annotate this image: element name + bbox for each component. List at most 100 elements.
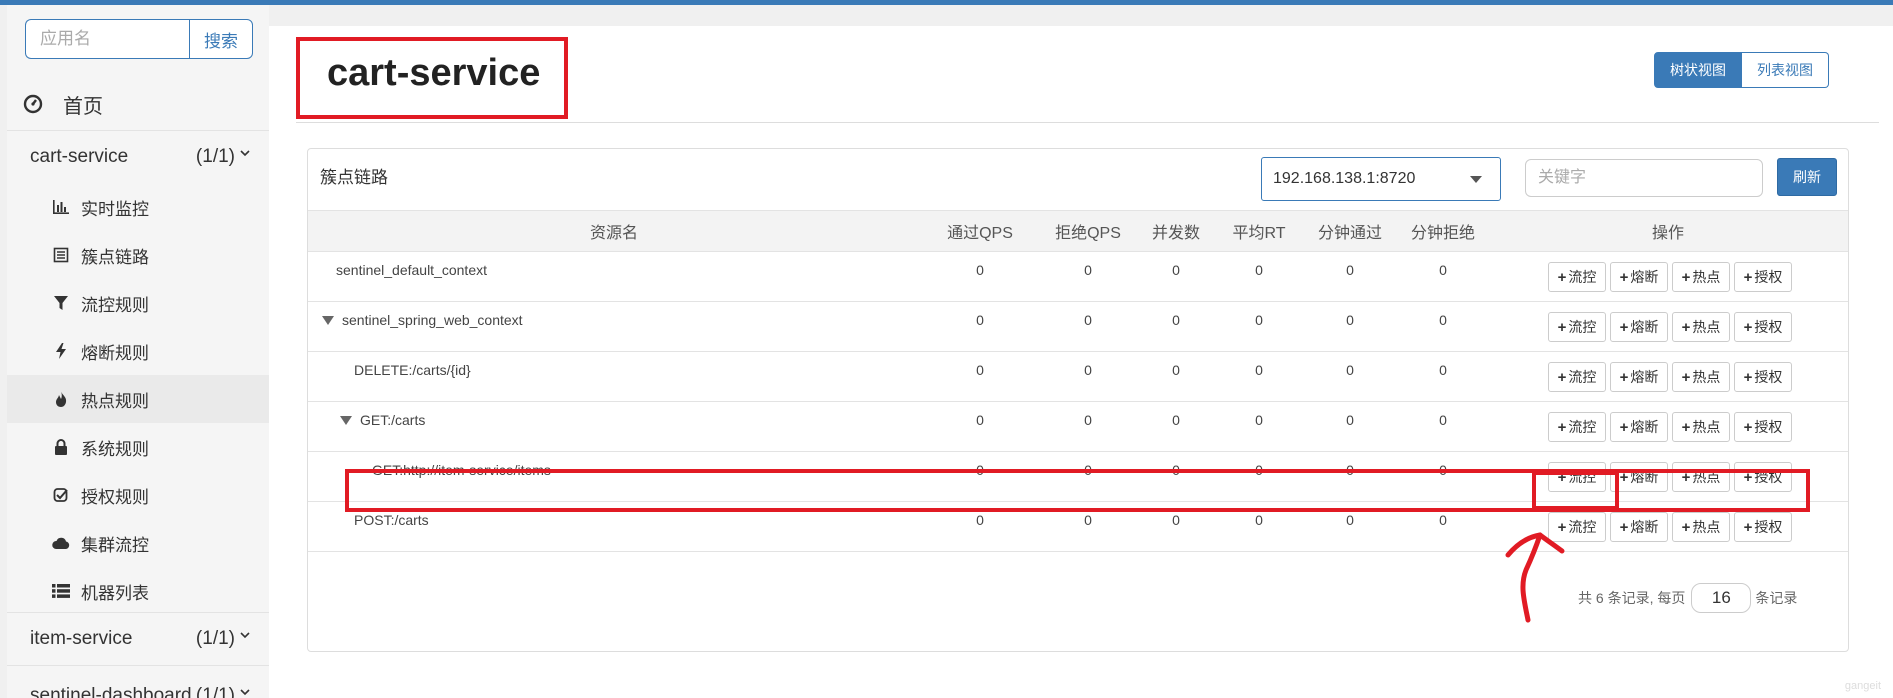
home-label: 首页 bbox=[63, 96, 103, 118]
app-name: item-service bbox=[30, 628, 133, 649]
row-actions: + 流控 + 熔断 + 热点 + 授权 bbox=[1548, 512, 1792, 542]
check-square-icon bbox=[51, 486, 71, 504]
action-label: 热点 bbox=[1692, 319, 1721, 335]
sidebar-item-realtime-monitor[interactable]: 实时监控 bbox=[7, 183, 269, 231]
plus-icon: + bbox=[1619, 268, 1629, 286]
hotspot-rule-button[interactable]: + 热点 bbox=[1672, 412, 1730, 442]
action-label: 熔断 bbox=[1630, 419, 1659, 435]
machine-select-value: 192.168.138.1:8720 bbox=[1273, 170, 1416, 187]
resource-name[interactable]: GET:/carts bbox=[340, 412, 425, 428]
cell-mpass: 0 bbox=[1346, 412, 1354, 428]
degrade-rule-button[interactable]: + 熔断 bbox=[1610, 262, 1668, 292]
action-label: 熔断 bbox=[1630, 319, 1659, 335]
plus-icon: + bbox=[1557, 318, 1567, 336]
flow-rule-button[interactable]: + 流控 bbox=[1548, 362, 1606, 392]
cell-rt: 0 bbox=[1255, 362, 1263, 378]
sidebar-item-home[interactable]: 首页 bbox=[7, 79, 269, 131]
flow-rule-button[interactable]: + 流控 bbox=[1548, 262, 1606, 292]
sidebar-item-system-rules[interactable]: 系统规则 bbox=[7, 423, 269, 471]
cart-service-menu: 实时监控 簇点链路 流控规则 熔断规则 热点规则 系统规则 授权规则 集群流控 bbox=[7, 183, 269, 615]
resource-name: POST:/carts bbox=[354, 512, 429, 528]
app-search-button[interactable]: 搜索 bbox=[189, 19, 253, 59]
header-concurrency: 并发数 bbox=[1151, 225, 1200, 242]
resource-name-text: sentinel_spring_web_context bbox=[342, 312, 523, 328]
action-label: 热点 bbox=[1692, 369, 1721, 385]
hotspot-rule-button[interactable]: + 热点 bbox=[1672, 512, 1730, 542]
flow-rule-button[interactable]: + 流控 bbox=[1548, 412, 1606, 442]
fire-icon bbox=[51, 390, 71, 408]
caret-down-icon[interactable] bbox=[340, 415, 352, 425]
degrade-rule-button[interactable]: + 熔断 bbox=[1610, 412, 1668, 442]
sidebar-item-machine-list[interactable]: 机器列表 bbox=[7, 567, 269, 615]
cell-conc: 0 bbox=[1172, 412, 1180, 428]
action-label: 授权 bbox=[1754, 369, 1783, 385]
action-label: 授权 bbox=[1754, 419, 1783, 435]
app-search: 搜索 bbox=[25, 19, 253, 59]
annotation-arrow bbox=[1505, 532, 1565, 623]
sidebar-item-cluster-link[interactable]: 簇点链路 bbox=[7, 231, 269, 279]
header-pass-qps: 通过QPS bbox=[947, 225, 1013, 242]
resource-name[interactable]: sentinel_spring_web_context bbox=[322, 312, 523, 328]
flow-rule-button[interactable]: + 流控 bbox=[1548, 312, 1606, 342]
menu-label: 热点规则 bbox=[81, 391, 149, 411]
list-view-button[interactable]: 列表视图 bbox=[1742, 52, 1829, 88]
sidebar-app-cart-service[interactable]: cart-service (1/1) bbox=[7, 131, 269, 183]
bar-chart-icon bbox=[51, 198, 71, 216]
caret-down-icon[interactable] bbox=[322, 315, 334, 325]
sidebar-item-degrade-rules[interactable]: 熔断规则 bbox=[7, 327, 269, 375]
watermark: gangeit bbox=[1844, 680, 1881, 692]
action-label: 流控 bbox=[1568, 269, 1597, 285]
cell-mblock: 0 bbox=[1439, 362, 1447, 378]
plus-icon: + bbox=[1681, 368, 1691, 386]
hotspot-rule-button[interactable]: + 热点 bbox=[1672, 312, 1730, 342]
auth-rule-button[interactable]: + 授权 bbox=[1734, 362, 1792, 392]
table-row: DELETE:/carts/{id} 0 0 0 0 0 0 + 流控 + 熔断 + 热点 + 授权 bbox=[308, 352, 1848, 402]
tree-view-button[interactable]: 树状视图 bbox=[1654, 52, 1742, 88]
header-minute-pass: 分钟通过 bbox=[1317, 225, 1382, 242]
degrade-rule-button[interactable]: + 熔断 bbox=[1610, 312, 1668, 342]
refresh-button[interactable]: 刷新 bbox=[1777, 158, 1837, 196]
auth-rule-button[interactable]: + 授权 bbox=[1734, 262, 1792, 292]
page-size-input[interactable] bbox=[1691, 583, 1752, 613]
cell-mblock: 0 bbox=[1439, 412, 1447, 428]
list-icon bbox=[51, 246, 71, 264]
degrade-rule-button[interactable]: + 熔断 bbox=[1610, 512, 1668, 542]
list-ul-icon bbox=[51, 582, 71, 600]
degrade-rule-button[interactable]: + 熔断 bbox=[1610, 362, 1668, 392]
action-label: 流控 bbox=[1568, 519, 1597, 535]
view-toggle: 树状视图 列表视图 bbox=[1654, 52, 1829, 88]
auth-rule-button[interactable]: + 授权 bbox=[1734, 312, 1792, 342]
sidebar-item-auth-rules[interactable]: 授权规则 bbox=[7, 471, 269, 519]
plus-icon: + bbox=[1681, 418, 1691, 436]
app-search-input[interactable] bbox=[25, 19, 189, 59]
plus-icon: + bbox=[1557, 368, 1567, 386]
row-actions: + 流控 + 熔断 + 热点 + 授权 bbox=[1548, 312, 1792, 342]
sidebar-app-sentinel-dashboard[interactable]: sentinel-dashboard (1/1) bbox=[7, 670, 269, 698]
filter-icon bbox=[51, 294, 71, 312]
plus-icon: + bbox=[1681, 318, 1691, 336]
pager-prefix: 共 6 条记录, 每页 bbox=[1578, 590, 1686, 606]
sidebar: 搜索 首页 cart-service (1/1) 实时监控 簇点链路 流控规则 … bbox=[7, 5, 269, 698]
action-label: 授权 bbox=[1754, 519, 1783, 535]
hotspot-rule-button[interactable]: + 热点 bbox=[1672, 362, 1730, 392]
hotspot-rule-button[interactable]: + 热点 bbox=[1672, 262, 1730, 292]
panel-title: 簇点链路 bbox=[320, 168, 388, 187]
cell-mblock: 0 bbox=[1439, 312, 1447, 328]
sidebar-item-cluster-flow[interactable]: 集群流控 bbox=[7, 519, 269, 567]
menu-label: 熔断规则 bbox=[81, 343, 149, 363]
auth-rule-button[interactable]: + 授权 bbox=[1734, 512, 1792, 542]
plus-icon: + bbox=[1619, 368, 1629, 386]
sidebar-item-flow-rules[interactable]: 流控规则 bbox=[7, 279, 269, 327]
sidebar-app-item-service[interactable]: item-service (1/1) bbox=[7, 613, 269, 665]
sidebar-item-hotspot-rules[interactable]: 热点规则 bbox=[7, 375, 269, 423]
action-label: 热点 bbox=[1692, 269, 1721, 285]
lock-icon bbox=[51, 438, 71, 456]
machine-select[interactable]: 192.168.138.1:8720 bbox=[1261, 157, 1501, 201]
plus-icon: + bbox=[1743, 268, 1753, 286]
auth-rule-button[interactable]: + 授权 bbox=[1734, 412, 1792, 442]
action-label: 流控 bbox=[1568, 319, 1597, 335]
resource-name-text: POST:/carts bbox=[354, 512, 429, 528]
keyword-input[interactable] bbox=[1525, 159, 1763, 197]
action-label: 授权 bbox=[1754, 269, 1783, 285]
row-actions: + 流控 + 熔断 + 热点 + 授权 bbox=[1548, 412, 1792, 442]
